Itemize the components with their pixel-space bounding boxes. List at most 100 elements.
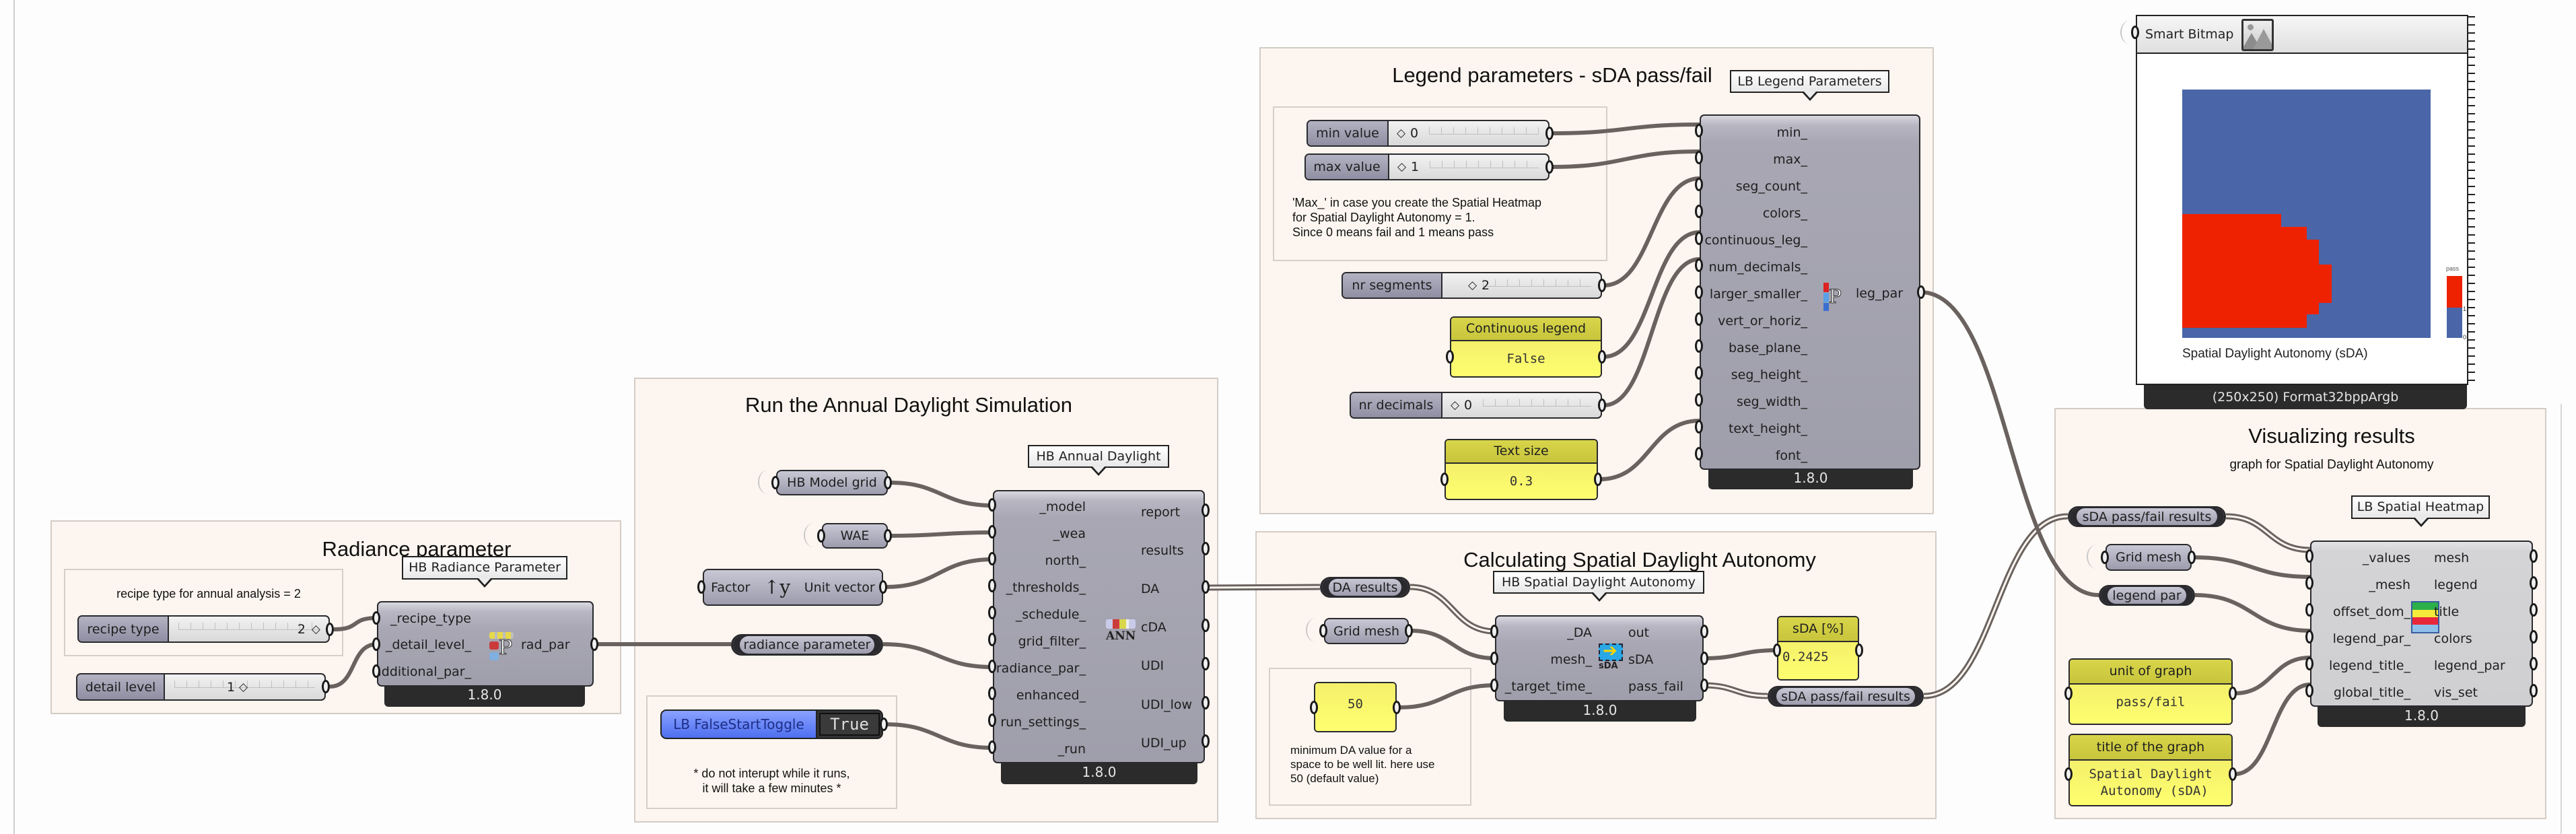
input-port[interactable] <box>1490 625 1498 638</box>
output-port[interactable] <box>1202 695 1210 709</box>
output-title[interactable]: title <box>2434 605 2459 619</box>
input-port[interactable] <box>1695 285 1703 299</box>
input-port[interactable] <box>2305 576 2313 590</box>
output-port[interactable] <box>322 680 330 693</box>
legend-par-relay[interactable]: legend par <box>2099 585 2195 606</box>
output-DA[interactable]: DA <box>1141 582 1159 596</box>
output-port[interactable] <box>590 637 598 651</box>
output-port[interactable] <box>1700 679 1708 692</box>
radiance-parameter-relay[interactable]: radiance parameter <box>731 634 883 656</box>
output-port[interactable] <box>2530 603 2538 617</box>
input-port[interactable] <box>1695 393 1703 407</box>
slider-grip-icon[interactable]: ◇ <box>312 623 320 636</box>
input-port[interactable] <box>1446 350 1454 363</box>
output-port[interactable] <box>884 476 892 489</box>
input-mesh[interactable]: _mesh <box>2369 578 2410 592</box>
output-unit-vector[interactable]: Unit vector <box>804 580 875 595</box>
output-UDI-up[interactable]: UDI_up <box>1141 736 1187 750</box>
output-port[interactable] <box>2530 684 2538 697</box>
input-port[interactable] <box>1695 366 1703 380</box>
output-port[interactable] <box>1393 701 1401 714</box>
input-port[interactable] <box>988 660 996 673</box>
max-value-slider[interactable]: max value ◇ 1 <box>1304 153 1550 180</box>
input-port[interactable] <box>1695 205 1703 218</box>
output-port[interactable] <box>884 529 892 543</box>
output-report[interactable]: report <box>1141 506 1180 519</box>
input-port[interactable] <box>1695 312 1703 326</box>
input-run-settings[interactable]: run_settings_ <box>1000 716 1086 729</box>
output-port[interactable] <box>326 623 334 636</box>
toggle-value[interactable]: True <box>819 713 880 736</box>
output-port[interactable] <box>879 580 887 594</box>
nr-decimals-slider[interactable]: nr decimals ◇ 0 <box>1350 392 1602 419</box>
input-port[interactable] <box>697 580 705 594</box>
output-port[interactable] <box>2530 657 2538 670</box>
input-port[interactable] <box>988 633 996 646</box>
input-seg-count[interactable]: seg_count_ <box>1736 180 1807 193</box>
output-port[interactable] <box>1598 398 1606 412</box>
input-text-height[interactable]: text_height_ <box>1729 422 1807 436</box>
input-recipe-type[interactable]: _recipe_type <box>390 612 471 625</box>
input-offset-dom[interactable]: offset_dom_ <box>2333 605 2410 619</box>
input-detail-level[interactable]: _detail_level_ <box>386 638 471 652</box>
recipe-type-slider[interactable]: recipe type 2 ◇ <box>77 615 330 643</box>
input-legend-par[interactable]: legend_par_ <box>2333 632 2410 646</box>
output-colors[interactable]: colors <box>2434 632 2472 646</box>
input-port[interactable] <box>2064 687 2073 700</box>
output-port[interactable] <box>2530 576 2538 590</box>
bitmap-resize-edge[interactable] <box>2468 16 2475 385</box>
output-sda[interactable]: sDA <box>1628 653 1653 666</box>
unit-of-graph-panel[interactable]: unit of graph pass/fail <box>2068 658 2233 725</box>
output-port[interactable] <box>1545 160 1554 174</box>
input-north[interactable]: north_ <box>1045 554 1086 567</box>
output-port[interactable] <box>1598 350 1606 363</box>
input-port[interactable] <box>1490 652 1498 665</box>
input-port[interactable] <box>1310 701 1318 714</box>
input-port[interactable] <box>2101 551 2109 564</box>
output-port[interactable] <box>1545 127 1554 140</box>
input-port[interactable] <box>2305 549 2313 563</box>
input-seg-width[interactable]: seg_width_ <box>1737 395 1807 409</box>
input-port[interactable] <box>988 606 996 619</box>
sda-pass-fail-relay[interactable]: sDA pass/fail results <box>1768 686 1924 707</box>
smart-bitmap-panel[interactable]: Smart Bitmap pass 1 0 Spatial Daylight A… <box>2136 15 2468 385</box>
slider-rail[interactable]: ◇ 1 <box>1389 155 1548 179</box>
output-port[interactable] <box>2530 549 2538 563</box>
input-num-decimals[interactable]: num_decimals_ <box>1709 260 1807 274</box>
input-legend-title[interactable]: legend_title_ <box>2329 659 2410 672</box>
input-port[interactable] <box>988 740 996 754</box>
input-run[interactable]: _run <box>1058 742 1086 756</box>
input-port[interactable] <box>988 687 996 700</box>
output-port[interactable] <box>1405 624 1413 637</box>
output-port[interactable] <box>1917 285 1925 299</box>
nr-segments-slider[interactable]: nr segments ◇ 2 <box>1342 272 1602 299</box>
input-da[interactable]: _DA <box>1567 626 1592 639</box>
slider-grip-icon[interactable]: ◇ <box>239 681 248 694</box>
false-start-toggle[interactable]: LB FalseStartToggle True <box>660 709 883 739</box>
input-port[interactable] <box>988 498 996 512</box>
input-target-time[interactable]: _target_time_ <box>1505 680 1592 693</box>
input-port[interactable] <box>1695 420 1703 433</box>
input-port[interactable] <box>988 579 996 592</box>
input-port[interactable] <box>988 714 996 727</box>
output-legend[interactable]: legend <box>2434 578 2478 592</box>
grid-mesh-param[interactable]: Grid mesh <box>2105 544 2192 571</box>
bitmap-header[interactable]: Smart Bitmap <box>2137 16 2467 54</box>
output-port[interactable] <box>1700 625 1708 638</box>
input-base-plane[interactable]: base_plane_ <box>1729 341 1807 355</box>
title-of-graph-panel[interactable]: title of the graph Spatial Daylight Auto… <box>2068 734 2233 806</box>
input-port[interactable] <box>372 637 380 651</box>
output-cDA[interactable]: cDA <box>1141 621 1167 634</box>
panel-value[interactable]: 0.2425 <box>1778 642 1858 679</box>
grid-mesh-param[interactable]: Grid mesh <box>1324 618 1409 644</box>
output-port[interactable] <box>1202 734 1210 748</box>
slider-rail[interactable]: 2 ◇ <box>169 617 328 641</box>
output-port[interactable] <box>1202 503 1210 517</box>
input-port[interactable] <box>988 552 996 565</box>
input-port[interactable] <box>2305 684 2313 697</box>
input-larger-smaller[interactable]: larger_smaller_ <box>1710 287 1807 301</box>
slider-rail[interactable]: ◇ 0 <box>1442 393 1601 417</box>
input-port[interactable] <box>1695 178 1703 191</box>
output-port[interactable] <box>2530 630 2538 644</box>
input-seg-height[interactable]: seg_height_ <box>1731 368 1807 382</box>
